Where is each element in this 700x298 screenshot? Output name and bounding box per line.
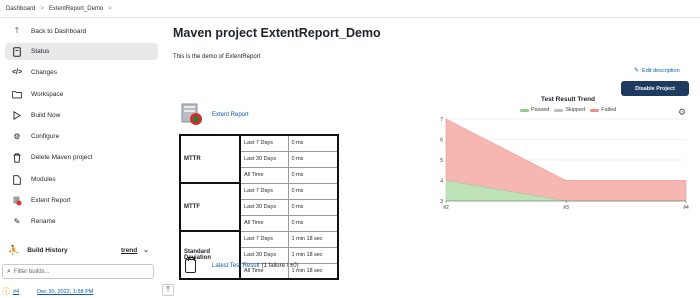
metric-period: All Time xyxy=(239,166,289,184)
metric-group: MTTF xyxy=(179,182,241,232)
gear-icon: ⚙ xyxy=(13,132,21,141)
table-row: Standard Deviation Last 7 Days 1 min 18 … xyxy=(179,230,339,280)
breadcrumb-separator: > xyxy=(108,5,112,12)
metric-period: Last 7 Days xyxy=(239,230,289,248)
breadcrumb-dashboard[interactable]: Dashboard xyxy=(6,6,35,12)
x-tick-label: #2 xyxy=(443,205,449,211)
sidebar-item-label: Rename xyxy=(31,218,56,225)
sidebar-item-changes[interactable]: </> Changes xyxy=(5,64,158,81)
breadcrumb-separator: > xyxy=(40,5,44,12)
pencil-icon: ✎ xyxy=(13,217,21,226)
metric-value: 1 min 18 sec xyxy=(287,230,339,248)
breadcrumb-project[interactable]: ExtentReport_Demo xyxy=(49,6,103,12)
x-tick-label: #4 xyxy=(683,205,689,211)
metric-period: Last 7 Days xyxy=(239,182,289,200)
sidebar-item-configure[interactable]: ⚙ Configure xyxy=(5,128,158,145)
sidebar-item-label: Modules xyxy=(31,176,56,183)
document-icon xyxy=(12,46,22,57)
play-icon xyxy=(12,111,22,121)
sidebar: 🡑 Back to Dashboard Status </> Changes W… xyxy=(0,19,174,298)
x-tick-label: #3 xyxy=(563,205,569,211)
metric-value: 0 ms xyxy=(287,214,339,232)
edit-description-label: Edit description xyxy=(642,67,680,74)
sidebar-item-rename[interactable]: ✎ Rename xyxy=(5,213,158,230)
project-description: This is the demo of ExtentReport xyxy=(173,54,261,60)
latest-test-result-suffix: (1 failure / ±0) xyxy=(261,263,299,269)
metric-value: 0 ms xyxy=(287,150,339,168)
unstable-status-icon: ⓘ xyxy=(2,287,10,296)
sidebar-item-workspace[interactable]: Workspace xyxy=(5,86,158,103)
y-tick-label: 4 xyxy=(440,179,443,185)
sidebar-item-label: Configure xyxy=(31,133,60,140)
sidebar-item-label: Delete Maven project xyxy=(31,154,93,161)
build-number-link[interactable]: #4 xyxy=(13,289,19,295)
build-row[interactable]: ⓘ #4 Dec 30, 2022, 1:58 PM ⤒ xyxy=(2,284,174,298)
sidebar-item-build-now[interactable]: Build Now xyxy=(5,107,158,124)
sidebar-item-label: Build Now xyxy=(31,112,61,119)
sidebar-item-modules[interactable]: Modules xyxy=(5,171,158,188)
build-history-label: Build History xyxy=(27,246,68,254)
filter-builds-input[interactable]: ⌕ Filter builds... xyxy=(2,264,154,279)
build-history-icon: ⛹ xyxy=(8,244,20,255)
edit-description-link[interactable]: ✎ Edit description xyxy=(634,67,680,75)
sidebar-item-label: Status xyxy=(31,48,50,55)
sidebar-item-label: Workspace xyxy=(31,91,64,98)
build-history-header: ⛹ Build History trend ⌄ xyxy=(5,243,158,257)
latest-test-result: Latest Test Result (1 failure / ±0) xyxy=(185,257,299,273)
chevron-down-icon[interactable]: ⌄ xyxy=(143,246,149,254)
metric-period: Last 30 Days xyxy=(239,198,289,216)
y-tick-label: 7 xyxy=(440,117,443,123)
page-title: Maven project ExtentReport_Demo xyxy=(173,26,381,40)
extent-report-icon xyxy=(12,196,22,206)
sidebar-item-back-to-dashboard[interactable]: 🡑 Back to Dashboard xyxy=(5,23,158,40)
sidebar-item-delete-maven-project[interactable]: Delete Maven project xyxy=(5,149,158,166)
extent-report-icon xyxy=(181,103,204,126)
latest-test-result-link[interactable]: Latest Test Result xyxy=(212,263,260,269)
metric-value: 0 ms xyxy=(287,134,339,152)
main-panel: Maven project ExtentReport_Demo This is … xyxy=(173,19,700,298)
y-tick-label: 6 xyxy=(440,138,443,144)
search-icon: ⌕ xyxy=(7,267,11,275)
metric-value: 0 ms xyxy=(287,182,339,200)
clipboard-icon xyxy=(185,257,196,273)
metric-period: Last 30 Days xyxy=(239,150,289,168)
sidebar-item-label: Back to Dashboard xyxy=(31,28,87,35)
metric-value: 0 ms xyxy=(287,198,339,216)
extent-report-entry: Extent Report xyxy=(181,103,249,126)
filter-builds-placeholder: Filter builds... xyxy=(13,268,50,275)
breadcrumb: Dashboard > ExtentReport_Demo > xyxy=(0,0,700,18)
extent-report-link[interactable]: Extent Report xyxy=(212,112,249,118)
metric-period: All Time xyxy=(239,214,289,232)
test-result-trend-chart: Test Result Trend Passed Skipped Failed … xyxy=(436,93,700,219)
y-tick-label: 5 xyxy=(440,158,443,164)
sidebar-item-extent-report[interactable]: Extent Report xyxy=(5,192,158,209)
trash-icon xyxy=(12,152,22,163)
folder-icon xyxy=(12,90,22,100)
table-row: MTTR Last 7 Days 0 ms xyxy=(179,134,339,184)
sidebar-item-label: Extent Report xyxy=(31,197,71,204)
document-icon xyxy=(12,174,22,185)
metric-value: 0 ms xyxy=(287,166,339,184)
arrow-up-icon: 🡑 xyxy=(14,25,20,35)
build-date-link[interactable]: Dec 30, 2022, 1:58 PM xyxy=(37,289,93,295)
sidebar-item-label: Changes xyxy=(31,69,58,76)
table-row: MTTF Last 7 Days 0 ms xyxy=(179,182,339,232)
metric-group: MTTR xyxy=(179,134,241,184)
pencil-icon: ✎ xyxy=(634,68,640,74)
metric-period: Last 7 Days xyxy=(239,134,289,152)
trend-plot: 34567#2 #3 #4 xyxy=(440,117,689,211)
sidebar-item-status[interactable]: Status xyxy=(5,43,158,60)
trend-link[interactable]: trend xyxy=(121,247,137,254)
code-icon: </> xyxy=(11,69,23,76)
